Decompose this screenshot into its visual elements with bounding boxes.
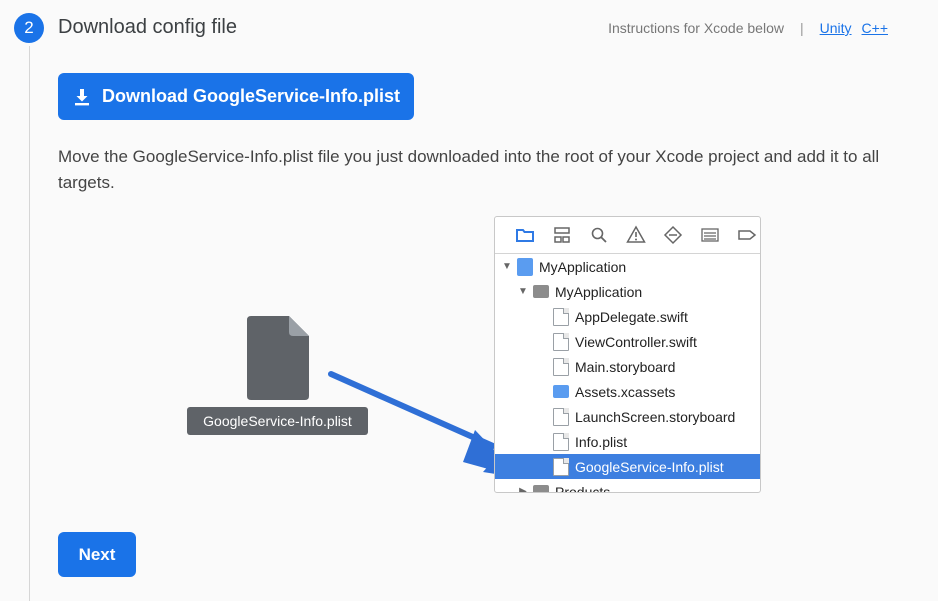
download-config-button[interactable]: Download GoogleService-Info.plist: [58, 73, 414, 120]
tree-row-group[interactable]: ▼ MyApplication: [495, 279, 760, 304]
list-icon[interactable]: [700, 225, 720, 245]
download-button-label: Download GoogleService-Info.plist: [101, 86, 401, 106]
disclosure-open-icon[interactable]: ▼: [501, 261, 513, 272]
plist-file-icon: [247, 316, 309, 400]
tree-row-label: LaunchScreen.storyboard: [575, 408, 736, 425]
platform-note: Instructions for Xcode below: [608, 20, 784, 36]
next-button[interactable]: Next: [58, 532, 136, 577]
folder-icon[interactable]: [515, 225, 535, 245]
tree-row-file[interactable]: Assets.xcassets: [495, 379, 760, 404]
test-diamond-icon[interactable]: [663, 225, 683, 245]
unity-link[interactable]: Unity: [820, 20, 852, 36]
tree-row-file[interactable]: Main.storyboard: [495, 354, 760, 379]
tree-row-label: Products: [555, 483, 611, 493]
tree-row-label: GoogleService-Info.plist: [575, 458, 724, 475]
tree-row-group[interactable]: ▶ Products: [495, 479, 760, 493]
storyboard-file-icon: [553, 407, 569, 426]
instructions-text: Move the GoogleService-Info.plist file y…: [58, 147, 880, 192]
xcode-project-navigator: ▼ MyApplication ▼ MyApplication AppDeleg…: [494, 216, 761, 493]
folder-icon: [533, 285, 549, 298]
warning-icon[interactable]: [626, 225, 646, 245]
plist-file-icon: [553, 457, 569, 476]
tag-icon[interactable]: [737, 225, 757, 245]
tree-row-project[interactable]: ▼ MyApplication: [495, 254, 760, 279]
folder-icon: [533, 485, 549, 492]
cpp-link[interactable]: C++: [862, 20, 888, 36]
disclosure-open-icon[interactable]: ▼: [517, 286, 529, 297]
tree-row-label: ViewController.swift: [575, 333, 697, 350]
platform-separator: |: [799, 20, 804, 36]
step-rail: [29, 46, 30, 601]
tree-row-file[interactable]: ViewController.swift: [495, 329, 760, 354]
step-number-badge: 2: [14, 13, 44, 43]
xcode-project-icon: [517, 257, 533, 276]
search-icon[interactable]: [589, 225, 609, 245]
disclosure-closed-icon[interactable]: ▶: [517, 486, 529, 492]
storyboard-file-icon: [553, 357, 569, 376]
tree-row-file[interactable]: AppDelegate.swift: [495, 304, 760, 329]
tree-row-file[interactable]: Info.plist: [495, 429, 760, 454]
tree-row-label: AppDelegate.swift: [575, 308, 688, 325]
tree-row-label: MyApplication: [539, 258, 627, 275]
hierarchy-icon[interactable]: [552, 225, 572, 245]
download-icon: [74, 88, 89, 105]
tree-row-file[interactable]: LaunchScreen.storyboard: [495, 404, 760, 429]
step-title: Download config file: [58, 16, 237, 38]
tree-row-label: Assets.xcassets: [575, 383, 676, 400]
asset-catalog-icon: [553, 385, 569, 398]
tree-row-file-selected[interactable]: GoogleService-Info.plist: [495, 454, 760, 479]
plist-file-icon: [553, 432, 569, 451]
swift-file-icon: [553, 332, 569, 351]
navigator-toolbar: [495, 217, 760, 254]
tree-row-label: MyApplication: [555, 283, 643, 300]
tree-row-label: Info.plist: [575, 433, 628, 450]
platform-links: Instructions for Xcode below | Unity C++: [608, 20, 888, 36]
swift-file-icon: [553, 307, 569, 326]
tree-row-label: Main.storyboard: [575, 358, 676, 375]
